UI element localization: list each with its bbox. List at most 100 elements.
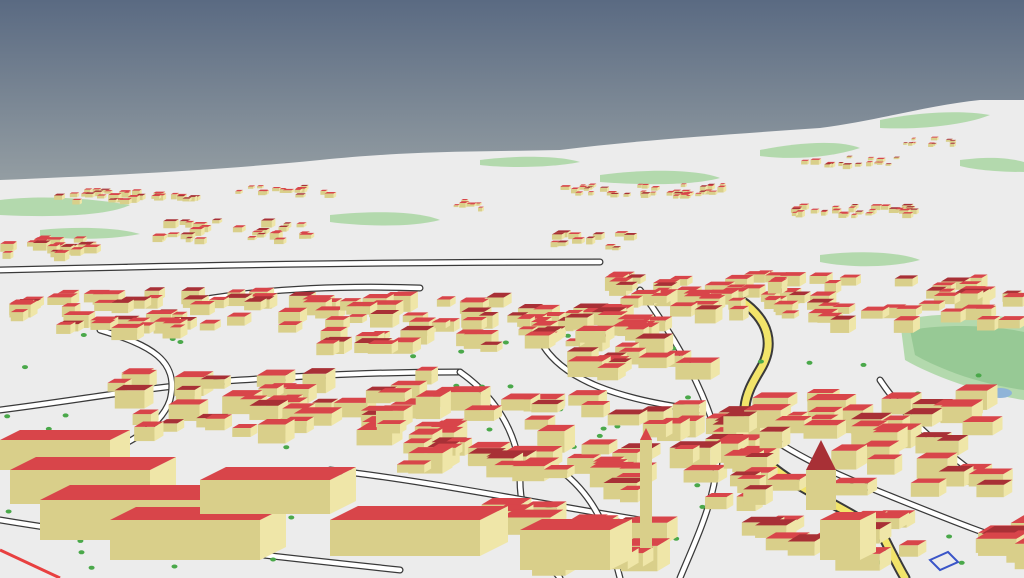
building <box>820 210 828 216</box>
building <box>459 201 468 208</box>
building <box>894 275 919 287</box>
building <box>194 237 207 245</box>
tree <box>958 560 965 565</box>
building <box>597 363 626 381</box>
tree <box>88 565 95 570</box>
tree <box>4 414 11 419</box>
building <box>10 309 29 322</box>
building <box>867 454 903 475</box>
building <box>998 316 1024 329</box>
building <box>367 340 399 354</box>
building <box>167 232 180 238</box>
tree <box>458 349 465 354</box>
building <box>244 298 267 311</box>
building <box>801 159 810 165</box>
building <box>96 194 107 199</box>
tree <box>502 340 509 345</box>
building <box>841 212 850 217</box>
building <box>685 195 691 199</box>
building <box>810 158 822 165</box>
factory-hall <box>520 519 632 570</box>
building <box>415 390 451 420</box>
building <box>232 225 246 233</box>
tree <box>699 504 706 509</box>
building <box>707 184 715 190</box>
building <box>791 211 799 217</box>
building <box>902 212 914 219</box>
building <box>232 424 258 437</box>
building <box>767 473 809 491</box>
building <box>2 251 14 259</box>
building <box>84 188 93 193</box>
tree <box>685 395 691 400</box>
building <box>674 444 700 464</box>
building <box>885 163 892 166</box>
building <box>936 435 969 456</box>
factory-hall <box>200 467 356 514</box>
building <box>272 186 281 192</box>
building <box>557 240 569 247</box>
building <box>575 325 615 343</box>
building <box>581 439 618 455</box>
building <box>675 357 720 380</box>
building <box>723 411 757 433</box>
building <box>846 155 853 159</box>
building <box>54 193 66 200</box>
building <box>282 188 294 194</box>
building <box>705 492 734 510</box>
building <box>53 250 70 262</box>
building <box>729 305 749 321</box>
building <box>119 198 132 205</box>
building <box>960 290 984 300</box>
building <box>607 409 648 426</box>
building <box>108 198 118 203</box>
tree <box>410 354 417 359</box>
building <box>469 203 476 206</box>
tree <box>177 340 184 344</box>
building <box>257 185 264 189</box>
building <box>377 388 412 402</box>
map-viewport[interactable] <box>0 0 1024 578</box>
building <box>854 162 863 167</box>
building <box>247 236 257 241</box>
tree <box>270 557 277 562</box>
building <box>851 213 858 219</box>
building <box>431 319 451 329</box>
tree <box>486 427 493 432</box>
building <box>299 232 315 239</box>
building <box>249 399 288 420</box>
building <box>436 296 456 307</box>
building <box>680 183 687 188</box>
building <box>976 316 1001 331</box>
building <box>839 274 861 286</box>
building <box>842 163 853 170</box>
building <box>623 232 638 241</box>
building <box>773 300 799 312</box>
building <box>480 341 503 352</box>
building <box>610 192 620 198</box>
tree <box>288 515 295 520</box>
building <box>708 190 718 195</box>
building <box>464 405 503 421</box>
building <box>866 161 874 167</box>
building <box>151 194 162 199</box>
building <box>743 485 773 505</box>
tree <box>22 365 28 370</box>
building <box>190 301 215 316</box>
building <box>650 292 672 304</box>
building <box>650 191 657 196</box>
building <box>152 233 168 240</box>
building <box>910 478 947 497</box>
building <box>316 340 340 356</box>
building <box>551 232 565 240</box>
building <box>744 452 774 469</box>
3d-map-scene[interactable] <box>0 0 1024 578</box>
building <box>976 479 1013 498</box>
building <box>831 444 868 470</box>
building <box>694 305 723 324</box>
building <box>262 190 269 195</box>
factory-hall <box>330 506 508 556</box>
tree <box>5 509 12 514</box>
building <box>848 206 857 213</box>
building <box>543 465 575 479</box>
